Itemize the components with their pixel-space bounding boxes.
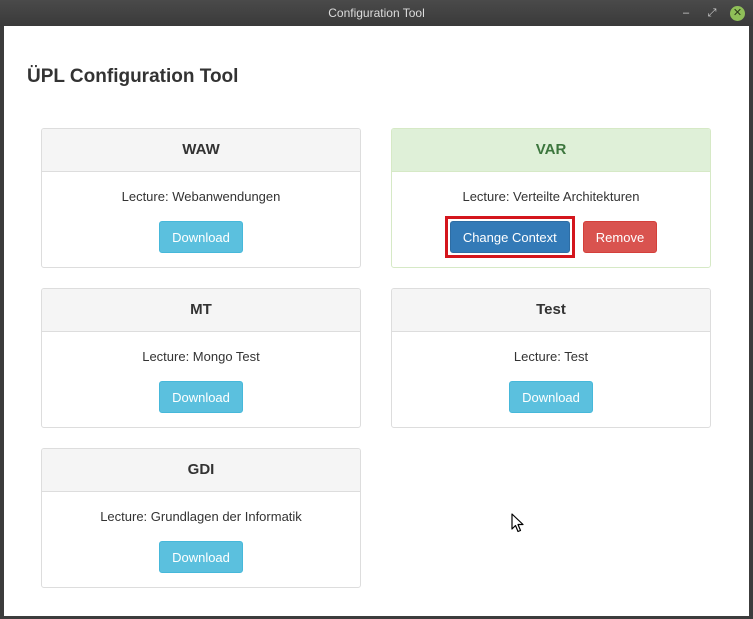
highlight-box: Change Context <box>444 216 575 258</box>
download-button[interactable]: Download <box>159 541 243 573</box>
course-panel-waw: WAW Lecture: Webanwendungen Download <box>41 128 361 268</box>
lecture-name: Lecture: Grundlagen der Informatik <box>100 509 302 524</box>
course-code: VAR <box>392 129 710 172</box>
download-button[interactable]: Download <box>159 381 243 413</box>
course-body: Lecture: Webanwendungen Download <box>42 172 360 253</box>
course-code: MT <box>42 289 360 332</box>
main-content: ÜPL Configuration Tool WAW Lecture: Weba… <box>4 26 749 616</box>
lecture-name: Lecture: Test <box>513 349 589 364</box>
download-button[interactable]: Download <box>509 381 593 413</box>
mouse-pointer-icon <box>511 513 524 533</box>
lecture-name: Lecture: Webanwendungen <box>121 189 281 204</box>
course-body: Lecture: Mongo Test Download <box>42 332 360 413</box>
course-body: Lecture: Grundlagen der Informatik Downl… <box>42 492 360 573</box>
button-row: Download <box>42 541 360 573</box>
close-icon[interactable]: ✕ <box>730 5 745 21</box>
remove-button[interactable]: Remove <box>582 221 658 253</box>
course-code: Test <box>392 289 710 332</box>
button-row: Download <box>392 381 710 413</box>
course-panel-gdi: GDI Lecture: Grundlagen der Informatik D… <box>41 448 361 588</box>
course-panel-var: VAR Lecture: Verteilte Architekturen Cha… <box>391 128 711 268</box>
download-button[interactable]: Download <box>159 221 243 253</box>
lecture-name: Lecture: Verteilte Architekturen <box>462 189 640 204</box>
course-body: Lecture: Verteilte Architekturen Change … <box>392 172 710 258</box>
lecture-name: Lecture: Mongo Test <box>142 349 260 364</box>
course-body: Lecture: Test Download <box>392 332 710 413</box>
button-row: Download <box>42 221 360 253</box>
window-controls: – ⤢ ✕ <box>678 0 745 26</box>
course-panel-test: Test Lecture: Test Download <box>391 288 711 428</box>
maximize-icon[interactable]: ⤢ <box>704 5 720 21</box>
page-title: ÜPL Configuration Tool <box>27 66 239 87</box>
course-code: GDI <box>42 449 360 492</box>
change-context-button[interactable]: Change Context <box>449 221 570 253</box>
app-window: Configuration Tool – ⤢ ✕ ÜPL Configurati… <box>0 0 753 619</box>
button-row: Change Context Remove <box>392 216 710 258</box>
minimize-icon[interactable]: – <box>678 5 694 21</box>
button-row: Download <box>42 381 360 413</box>
title-bar[interactable]: Configuration Tool – ⤢ ✕ <box>0 0 753 26</box>
course-panel-mt: MT Lecture: Mongo Test Download <box>41 288 361 428</box>
window-title: Configuration Tool <box>328 6 425 20</box>
course-code: WAW <box>42 129 360 172</box>
